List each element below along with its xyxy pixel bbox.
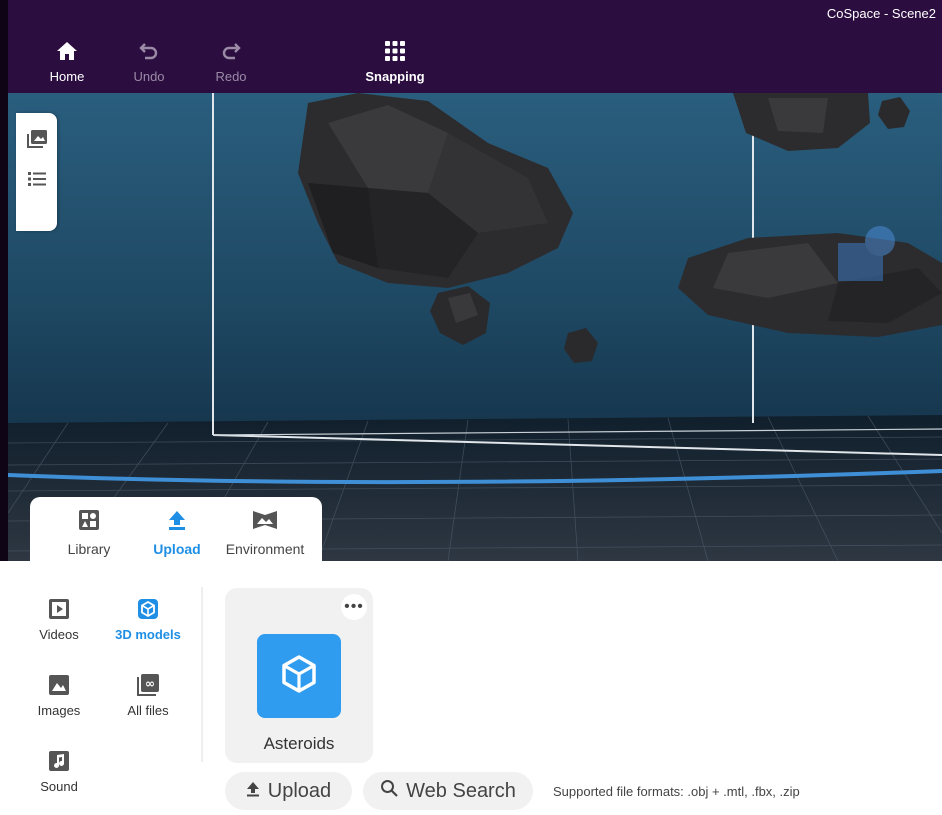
category-sound-label: Sound bbox=[40, 779, 78, 794]
upload-icon bbox=[134, 507, 220, 533]
asteroid-large[interactable] bbox=[298, 93, 573, 288]
upload-button[interactable]: Upload bbox=[225, 772, 352, 810]
tab-upload[interactable]: Upload bbox=[134, 507, 220, 557]
top-toolbar: CoSpace - Scene2 Home Undo Redo Snapping bbox=[0, 0, 942, 93]
category-3d-models-label: 3D models bbox=[115, 627, 181, 642]
app-window: CoSpace - Scene2 Home Undo Redo Snapping… bbox=[0, 0, 942, 815]
panel-edge bbox=[0, 561, 8, 815]
video-icon bbox=[14, 596, 104, 622]
list-icon bbox=[27, 170, 47, 193]
asset-tabs: Library Upload Environment bbox=[30, 497, 322, 563]
redo-icon bbox=[196, 36, 266, 66]
redo-button[interactable]: Redo bbox=[196, 36, 266, 84]
snapping-label: Snapping bbox=[365, 69, 425, 84]
category-images[interactable]: Images bbox=[14, 672, 104, 718]
all-files-icon: ∞ bbox=[103, 672, 193, 698]
asset-name: Asteroids bbox=[263, 734, 335, 753]
category-3d-models[interactable]: 3D models bbox=[103, 596, 193, 642]
tab-environment-label: Environment bbox=[225, 541, 305, 557]
upload-button-label: Upload bbox=[267, 779, 332, 802]
asset-thumbnail bbox=[257, 634, 341, 718]
redo-label: Redo bbox=[215, 69, 247, 84]
asteroid-small-2[interactable] bbox=[564, 328, 598, 363]
scene-graphics bbox=[8, 93, 942, 561]
asteroid-flat-right[interactable] bbox=[678, 233, 942, 337]
cube-icon bbox=[103, 596, 193, 622]
asset-card-asteroids[interactable]: ••• Asteroids bbox=[225, 588, 373, 763]
home-button[interactable]: Home bbox=[32, 36, 102, 84]
supported-formats-text: Supported file formats: .obj + .mtl, .fb… bbox=[553, 784, 800, 799]
home-label: Home bbox=[49, 69, 85, 84]
scene-viewport[interactable] bbox=[0, 93, 942, 561]
undo-label: Undo bbox=[133, 69, 165, 84]
library-icon bbox=[46, 507, 132, 533]
window-title: CoSpace - Scene2 bbox=[826, 6, 936, 21]
more-options-button[interactable]: ••• bbox=[341, 594, 367, 620]
grid-icon bbox=[360, 36, 430, 66]
music-note-icon bbox=[14, 748, 104, 774]
side-tool-gallery[interactable] bbox=[16, 121, 57, 161]
category-images-label: Images bbox=[37, 703, 81, 718]
undo-button[interactable]: Undo bbox=[114, 36, 184, 84]
gallery-icon bbox=[26, 129, 48, 154]
snapping-button[interactable]: Snapping bbox=[360, 36, 430, 84]
side-tool-list[interactable] bbox=[16, 161, 57, 201]
svg-text:∞: ∞ bbox=[145, 677, 155, 691]
undo-icon bbox=[114, 36, 184, 66]
asteroid-tiny[interactable] bbox=[878, 97, 910, 129]
tab-library-label: Library bbox=[67, 541, 111, 557]
home-icon bbox=[32, 36, 102, 66]
side-tools-panel bbox=[16, 113, 57, 231]
web-search-button[interactable]: Web Search bbox=[363, 772, 533, 810]
panel-divider bbox=[201, 587, 203, 762]
web-search-button-label: Web Search bbox=[406, 779, 516, 802]
category-sound[interactable]: Sound bbox=[14, 748, 104, 794]
cube-icon bbox=[281, 654, 317, 698]
search-icon bbox=[380, 779, 398, 803]
environment-icon bbox=[222, 507, 308, 533]
asteroid-small-1[interactable] bbox=[430, 286, 490, 345]
category-all-files-label: All files bbox=[127, 703, 169, 718]
tab-environment[interactable]: Environment bbox=[222, 507, 308, 557]
upload-icon bbox=[246, 780, 260, 803]
image-icon bbox=[14, 672, 104, 698]
category-videos[interactable]: Videos bbox=[14, 596, 104, 642]
tab-library[interactable]: Library bbox=[46, 507, 132, 557]
category-all-files[interactable]: ∞ All files bbox=[103, 672, 193, 718]
tab-upload-label: Upload bbox=[153, 541, 201, 557]
category-videos-label: Videos bbox=[39, 627, 79, 642]
